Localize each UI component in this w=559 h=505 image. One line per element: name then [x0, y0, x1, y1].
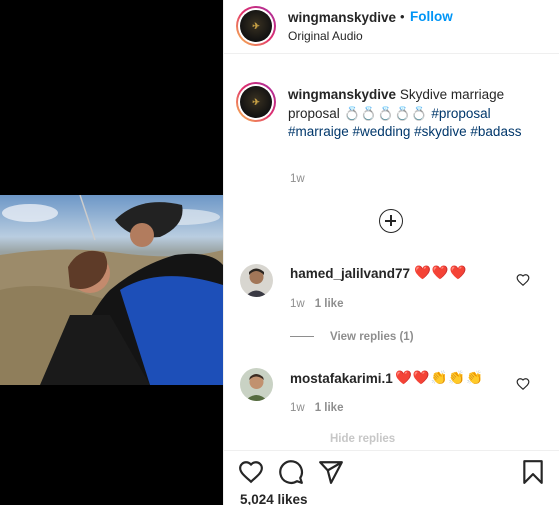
replies-label: View replies (1): [330, 331, 414, 343]
comment-like-heart-icon[interactable]: [516, 273, 530, 287]
video-frame[interactable]: [0, 195, 223, 385]
replies-divider: [290, 336, 314, 338]
comment-time[interactable]: 1w: [290, 298, 305, 310]
separator-dot: •: [400, 9, 405, 24]
post-panel: ✈ wingmanskydive • Follow Original Audio…: [223, 0, 559, 505]
caption-avatar[interactable]: ✈: [236, 82, 276, 122]
post-header: ✈ wingmanskydive • Follow Original Audio: [224, 0, 559, 54]
view-replies-button[interactable]: View replies (1): [290, 331, 414, 343]
author-username[interactable]: wingmanskydive: [288, 10, 396, 25]
hashtag[interactable]: #marraige: [288, 124, 349, 139]
comment-time[interactable]: 1w: [290, 402, 305, 414]
hide-replies-button[interactable]: Hide replies: [330, 433, 395, 445]
caption-username[interactable]: wingmanskydive: [288, 87, 396, 102]
action-bar: 5,024 likes: [224, 450, 559, 505]
wingman-logo-icon: ✈: [240, 86, 272, 118]
likes-count[interactable]: 5,024 likes: [240, 492, 308, 505]
commenter-avatar[interactable]: [240, 264, 273, 297]
comment-username[interactable]: hamed_jalilvand77: [290, 266, 410, 281]
caption: wingmanskydive Skydive marriage proposal…: [288, 86, 550, 142]
hashtag[interactable]: #badass: [470, 124, 521, 139]
video-player[interactable]: [0, 0, 223, 505]
author-avatar[interactable]: ✈: [236, 6, 276, 46]
comment-meta: 1w 1 like: [290, 298, 343, 310]
follow-button[interactable]: Follow: [410, 9, 453, 24]
skydive-video-still: [0, 195, 223, 385]
share-icon[interactable]: [318, 459, 344, 485]
audio-label[interactable]: Original Audio: [288, 29, 363, 43]
caption-time[interactable]: 1w: [290, 173, 305, 185]
replies-label: Hide replies: [330, 433, 396, 445]
comment-icon[interactable]: [278, 459, 304, 485]
commenter-avatar[interactable]: [240, 368, 273, 401]
comment-meta: 1w 1 like: [290, 402, 343, 414]
avatar-photo: [240, 368, 273, 401]
comment-likes[interactable]: 1 like: [315, 298, 344, 310]
comment-text: ❤️❤️👏👏👏: [395, 370, 485, 385]
hashtag[interactable]: #wedding: [353, 124, 411, 139]
comment-likes[interactable]: 1 like: [315, 402, 344, 414]
comment-username[interactable]: mostafakarimi.1: [290, 371, 393, 386]
load-more-comments-icon[interactable]: [379, 209, 403, 233]
hashtag[interactable]: #skydive: [414, 124, 467, 139]
avatar-photo: [240, 264, 273, 297]
save-icon[interactable]: [520, 459, 546, 485]
hashtag[interactable]: #proposal: [431, 106, 490, 121]
comment-like-heart-icon[interactable]: [516, 377, 530, 391]
heart-icon[interactable]: [238, 459, 264, 485]
wingman-logo-icon: ✈: [240, 10, 272, 42]
comment-text: ❤️❤️❤️: [414, 265, 468, 280]
